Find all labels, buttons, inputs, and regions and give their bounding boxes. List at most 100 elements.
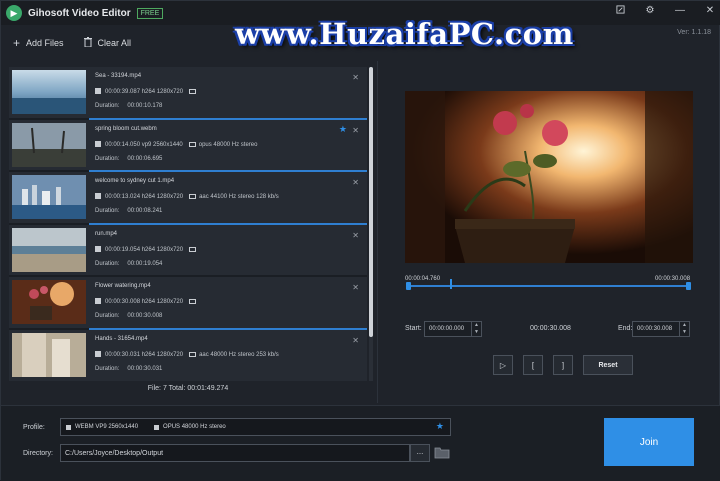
clear-all-button[interactable]: Clear All: [83, 36, 132, 50]
add-files-label: Add Files: [26, 38, 64, 48]
duration-value: 00:00:06.695: [127, 155, 163, 162]
file-summary: File: 7 Total: 00:01:49.274: [147, 385, 229, 392]
thumbnail-image: [12, 175, 86, 220]
folder-icon[interactable]: [434, 445, 450, 459]
star-icon[interactable]: ★: [339, 124, 347, 135]
start-label: Start:: [405, 325, 422, 332]
thumbnail-image: [12, 227, 86, 272]
list-item[interactable]: welcome to sydney cut 1.mp4 00:00:13.024…: [9, 172, 367, 225]
list-item[interactable]: run.mp4 00:00:19.054 h264 1280x720 Durat…: [9, 224, 367, 278]
video-info: 00:00:19.054 h264 1280x720: [105, 246, 184, 253]
timeline-track[interactable]: [406, 279, 691, 290]
audio-icon: [189, 351, 197, 357]
list-item[interactable]: Hands - 31654.mp4 00:00:30.031 h264 1280…: [9, 329, 367, 381]
close-button[interactable]: ✕: [703, 5, 717, 17]
audio-info: aac 48000 Hz stereo 253 kb/s: [199, 351, 279, 358]
reset-button[interactable]: Reset: [583, 355, 633, 375]
duration-label: Duration:: [95, 208, 120, 215]
version-label: Ver: 1.1.18: [677, 29, 711, 36]
end-time: 00:00:30.008: [655, 276, 691, 282]
file-duration: Duration: 00:00:19.054: [95, 261, 162, 267]
subtitle-icon: [189, 246, 197, 252]
add-files-button[interactable]: + Add Files: [13, 36, 64, 50]
remove-file-icon[interactable]: ✕: [352, 126, 359, 135]
remove-file-icon[interactable]: ✕: [352, 283, 359, 292]
start-time-value: 00:00:00.000: [429, 326, 465, 332]
output-panel: Profile: WEBM VP9 2560x1440 OPUS 48000 H…: [1, 405, 720, 481]
file-info: 00:00:30.031 h264 1280x720 aac 48000 Hz s…: [95, 350, 279, 358]
panel-divider: [377, 61, 378, 403]
window-controls: ⚙ — ✕: [613, 5, 717, 17]
duration-value: 00:00:08.241: [127, 208, 163, 215]
profile-select[interactable]: WEBM VP9 2560x1440 OPUS 48000 Hz stereo …: [60, 418, 451, 436]
profile-audio: OPUS 48000 Hz stereo: [163, 424, 226, 430]
file-info: 00:00:30.008 h264 1280x720: [95, 298, 199, 305]
subtitle-icon: [189, 89, 197, 94]
join-button[interactable]: Join: [604, 418, 694, 466]
list-item[interactable]: Flower watering.mp4 00:00:30.008 h264 12…: [9, 277, 367, 330]
audio-info: opus 48000 Hz stereo: [198, 141, 258, 148]
clear-all-label: Clear All: [97, 38, 132, 48]
file-list-scrollbar[interactable]: [369, 67, 373, 381]
gear-icon[interactable]: ⚙: [643, 5, 657, 17]
browse-button[interactable]: ...: [410, 444, 430, 462]
file-name: Hands - 31654.mp4: [95, 335, 148, 342]
app-logo-icon: ▶: [6, 5, 22, 21]
file-duration: Duration: 00:00:06.695: [95, 156, 162, 162]
duration-label: Duration:: [95, 103, 120, 109]
start-time-input[interactable]: 00:00:00.000 ▲ ▼: [424, 321, 482, 337]
video-info: 00:00:39.087 h264 1280x720: [105, 89, 184, 95]
end-handle[interactable]: [686, 282, 691, 290]
free-badge: FREE: [136, 7, 164, 19]
thumbnail-image: [12, 122, 86, 167]
remove-file-icon[interactable]: ✕: [352, 73, 359, 82]
start-handle[interactable]: [406, 282, 411, 290]
file-duration: Duration: 00:00:30.031: [95, 366, 162, 372]
trash-icon: [83, 36, 92, 50]
video-info: 00:00:30.031 h264 1280x720: [105, 351, 184, 358]
video-info: 00:00:13.024 h264 1280x720: [105, 194, 184, 201]
duration-label: Duration:: [95, 313, 120, 320]
toolbar: + Add Files Clear All: [1, 25, 371, 61]
playhead-marker[interactable]: [450, 279, 452, 289]
directory-input[interactable]: C:/Users/Joyce/Desktop/Output: [60, 444, 410, 462]
list-item[interactable]: Sea - 33194.mp4 00:00:39.087 h264 1280x7…: [9, 67, 367, 120]
remove-file-icon[interactable]: ✕: [352, 178, 359, 187]
file-name: spring bloom cut.webm: [95, 125, 157, 132]
mark-in-button[interactable]: [: [523, 355, 543, 375]
file-info: 00:00:19.054 h264 1280x720: [95, 245, 199, 253]
end-time-input[interactable]: 00:00:30.008 ▲ ▼: [632, 321, 690, 337]
duration-value: 00:00:30.008: [127, 313, 163, 320]
file-info: 00:00:39.087 h264 1280x720: [95, 88, 199, 95]
profile-label: Profile:: [23, 424, 45, 431]
video-icon: [66, 424, 71, 430]
profile-video: WEBM VP9 2560x1440: [75, 424, 139, 430]
star-icon[interactable]: ★: [436, 421, 444, 432]
app-title: Gihosoft Video Editor: [28, 7, 131, 19]
video-preview[interactable]: [405, 91, 693, 263]
plus-icon: +: [13, 36, 21, 50]
clip-duration: 00:00:30.008: [530, 325, 571, 332]
file-name: run.mp4: [95, 230, 118, 237]
play-button[interactable]: ▷: [493, 355, 513, 375]
video-info: 00:00:14.050 vp9 2560x1440: [105, 141, 183, 148]
audio-icon: [189, 194, 197, 200]
remove-file-icon[interactable]: ✕: [352, 231, 359, 240]
file-name: Sea - 33194.mp4: [95, 73, 142, 79]
duration-value: 00:00:10.178: [127, 103, 163, 109]
file-duration: Duration: 00:00:10.178: [95, 103, 162, 109]
minimize-button[interactable]: —: [673, 5, 687, 17]
duration-label: Duration:: [95, 365, 120, 372]
thumbnail-image: [12, 280, 86, 325]
edit-icon[interactable]: [613, 5, 627, 17]
list-item[interactable]: spring bloom cut.webm 00:00:14.050 vp9 2…: [9, 119, 367, 173]
start-time-stepper[interactable]: ▲ ▼: [471, 322, 481, 336]
end-label: End:: [618, 325, 633, 332]
remove-file-icon[interactable]: ✕: [352, 336, 359, 345]
file-info: 00:00:13.024 h264 1280x720 aac 44100 Hz s…: [95, 193, 279, 200]
end-time-stepper[interactable]: ▲ ▼: [679, 322, 689, 336]
mark-out-button[interactable]: ]: [553, 355, 573, 375]
file-list: Sea - 33194.mp4 00:00:39.087 h264 1280x7…: [9, 67, 367, 381]
subtitle-icon: [189, 299, 197, 305]
scrollbar-thumb[interactable]: [369, 67, 373, 337]
